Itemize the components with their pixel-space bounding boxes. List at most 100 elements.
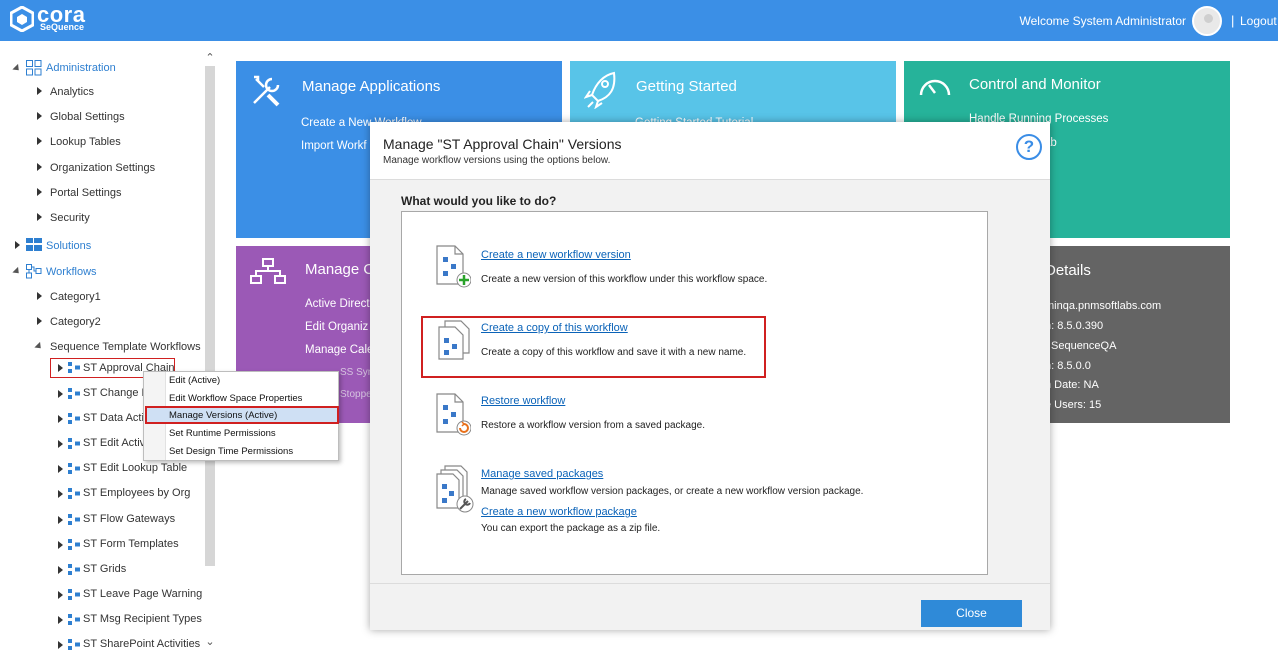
sidebar-item-st-form-templates[interactable]: ST Form Templates xyxy=(83,538,179,550)
sidebar-item-portal-settings[interactable]: Portal Settings xyxy=(50,187,122,199)
expand-arrow-icon[interactable] xyxy=(37,292,42,300)
manage-saved-packages-link[interactable]: Manage saved packages xyxy=(481,468,603,480)
sidebar-item-st-msg-recipient-types[interactable]: ST Msg Recipient Types xyxy=(83,613,202,625)
menu-item-manage-versions[interactable]: Manage Versions (Active) xyxy=(169,410,277,421)
tile-title: Details xyxy=(1045,262,1091,279)
create-copy-desc: Create a copy of this workflow and save … xyxy=(481,347,747,358)
tile-link-manage-calendar[interactable]: Manage Cale xyxy=(305,344,373,356)
workflow-icon xyxy=(68,639,80,650)
expand-arrow-icon[interactable] xyxy=(58,490,63,498)
gauge-icon xyxy=(919,79,951,96)
dialog-subtitle: Manage workflow versions using the optio… xyxy=(383,155,611,166)
scroll-down-icon[interactable]: ⌄ xyxy=(205,636,215,648)
sidebar-item-lookup-tables[interactable]: Lookup Tables xyxy=(50,136,121,148)
menu-item-edit-active[interactable]: Edit (Active) xyxy=(169,375,220,386)
workflow-icon xyxy=(68,388,80,399)
sidebar-item-administration[interactable]: Administration xyxy=(46,62,116,74)
detail-line: n: 8.5.0.390 xyxy=(1045,320,1104,332)
expand-arrow-icon[interactable] xyxy=(58,516,63,524)
expand-arrow-icon[interactable] xyxy=(37,163,42,171)
sidebar-item-st-flow-gateways[interactable]: ST Flow Gateways xyxy=(83,513,175,525)
avatar[interactable] xyxy=(1192,6,1222,36)
expand-arrow-icon[interactable] xyxy=(58,591,63,599)
create-copy-link[interactable]: Create a copy of this workflow xyxy=(481,322,628,334)
dialog-title: Manage "ST Approval Chain" Versions xyxy=(383,136,622,152)
workflows-icon xyxy=(26,264,42,279)
create-new-package-desc: You can export the package as a zip file… xyxy=(481,523,661,534)
restore-workflow-desc: Restore a workflow version from a saved … xyxy=(481,420,705,431)
sidebar-item-solutions[interactable]: Solutions xyxy=(46,240,91,252)
expand-arrow-icon[interactable] xyxy=(58,364,63,372)
tile-link-edit-organization[interactable]: Edit Organiz xyxy=(305,321,368,333)
sidebar-item-st-data-acti[interactable]: ST Data Acti xyxy=(83,412,144,424)
expand-arrow-icon[interactable] xyxy=(37,213,42,221)
sidebar-item-st-grids[interactable]: ST Grids xyxy=(83,563,126,575)
detail-line: e Users: 15 xyxy=(1045,399,1102,411)
sidebar-item-st-sharepoint-activities[interactable]: ST SharePoint Activities xyxy=(83,638,200,650)
expand-arrow-icon[interactable] xyxy=(58,415,63,423)
create-new-package-link[interactable]: Create a new workflow package xyxy=(481,506,637,518)
menu-item-set-design-time-permissions[interactable]: Set Design Time Permissions xyxy=(169,446,293,457)
sidebar-item-sequence-template-workflows[interactable]: Sequence Template Workflows xyxy=(50,341,201,353)
detail-line: n Date: NA xyxy=(1045,379,1099,391)
expand-arrow-icon[interactable] xyxy=(12,63,22,74)
sidebar-item-category2[interactable]: Category2 xyxy=(50,316,101,328)
expand-arrow-icon[interactable] xyxy=(58,390,63,398)
logo-subtext: SeQuence xyxy=(40,22,85,32)
workflow-icon xyxy=(68,488,80,499)
expand-arrow-icon[interactable] xyxy=(58,541,63,549)
sidebar-item-st-change-r[interactable]: ST Change R xyxy=(83,387,149,399)
expand-arrow-icon[interactable] xyxy=(58,566,63,574)
sidebar-item-global-settings[interactable]: Global Settings xyxy=(50,111,125,123)
sidebar-item-st-edit-lookup-table[interactable]: ST Edit Lookup Table xyxy=(83,462,187,474)
scrollbar-thumb[interactable] xyxy=(205,66,215,566)
options-panel: Create a new workflow version Create a n… xyxy=(401,211,988,575)
expand-arrow-icon[interactable] xyxy=(37,188,42,196)
workflow-icon xyxy=(68,539,80,550)
expand-arrow-icon[interactable] xyxy=(37,112,42,120)
dialog-body: What would you like to do? Create a new … xyxy=(370,179,1050,583)
expand-arrow-icon[interactable] xyxy=(58,616,63,624)
expand-arrow-icon[interactable] xyxy=(15,241,20,249)
restore-workflow-link[interactable]: Restore workflow xyxy=(481,395,565,407)
detail-line: minqa.pnmsoftlabs.com xyxy=(1045,300,1162,312)
expand-arrow-icon[interactable] xyxy=(37,87,42,95)
sidebar-item-category1[interactable]: Category1 xyxy=(50,291,101,303)
tile-link-import-workflow[interactable]: Import Workf xyxy=(301,140,367,152)
tile-title: Manage Applications xyxy=(302,78,441,95)
help-icon[interactable]: ? xyxy=(1016,134,1042,160)
expand-arrow-icon[interactable] xyxy=(34,341,44,352)
tools-icon xyxy=(253,75,280,107)
expand-arrow-icon[interactable] xyxy=(58,465,63,473)
sidebar-item-st-employees-by-org[interactable]: ST Employees by Org xyxy=(83,487,190,499)
top-bar: cora SeQuence Welcome System Administrat… xyxy=(0,0,1278,41)
expand-arrow-icon[interactable] xyxy=(58,440,63,448)
menu-item-edit-workflow-space-properties[interactable]: Edit Workflow Space Properties xyxy=(169,393,302,404)
sidebar-item-workflows[interactable]: Workflows xyxy=(46,266,97,278)
tile-title: Manage O xyxy=(305,261,376,278)
expand-arrow-icon[interactable] xyxy=(37,137,42,145)
logout-link[interactable]: Logout xyxy=(1240,14,1277,28)
expand-arrow-icon[interactable] xyxy=(37,317,42,325)
sidebar-item-security[interactable]: Security xyxy=(50,212,90,224)
expand-arrow-icon[interactable] xyxy=(58,641,63,649)
sidebar-item-organization-settings[interactable]: Organization Settings xyxy=(50,162,155,174)
create-new-version-desc: Create a new version of this workflow un… xyxy=(481,274,768,285)
scroll-up-icon[interactable]: ⌃ xyxy=(205,52,215,64)
new-version-icon xyxy=(436,245,471,288)
tile-title: Control and Monitor xyxy=(969,76,1101,93)
manage-versions-dialog: Manage "ST Approval Chain" Versions Mana… xyxy=(370,122,1050,630)
create-new-version-link[interactable]: Create a new workflow version xyxy=(481,249,631,261)
welcome-text: Welcome System Administrator xyxy=(1019,14,1187,28)
workflow-icon xyxy=(68,413,80,424)
close-button[interactable]: Close xyxy=(921,600,1022,627)
saved-packages-icon xyxy=(436,465,474,513)
expand-arrow-icon[interactable] xyxy=(12,266,22,277)
sidebar-item-st-edit-activi[interactable]: ST Edit Activi xyxy=(83,437,148,449)
workflow-icon xyxy=(68,514,80,525)
tile-link-active-directory[interactable]: Active Direct xyxy=(305,298,370,310)
cora-logo-icon xyxy=(10,6,34,32)
sidebar-item-analytics[interactable]: Analytics xyxy=(50,86,94,98)
menu-item-set-runtime-permissions[interactable]: Set Runtime Permissions xyxy=(169,428,276,439)
sidebar-item-st-leave-page-warning[interactable]: ST Leave Page Warning xyxy=(83,588,202,600)
